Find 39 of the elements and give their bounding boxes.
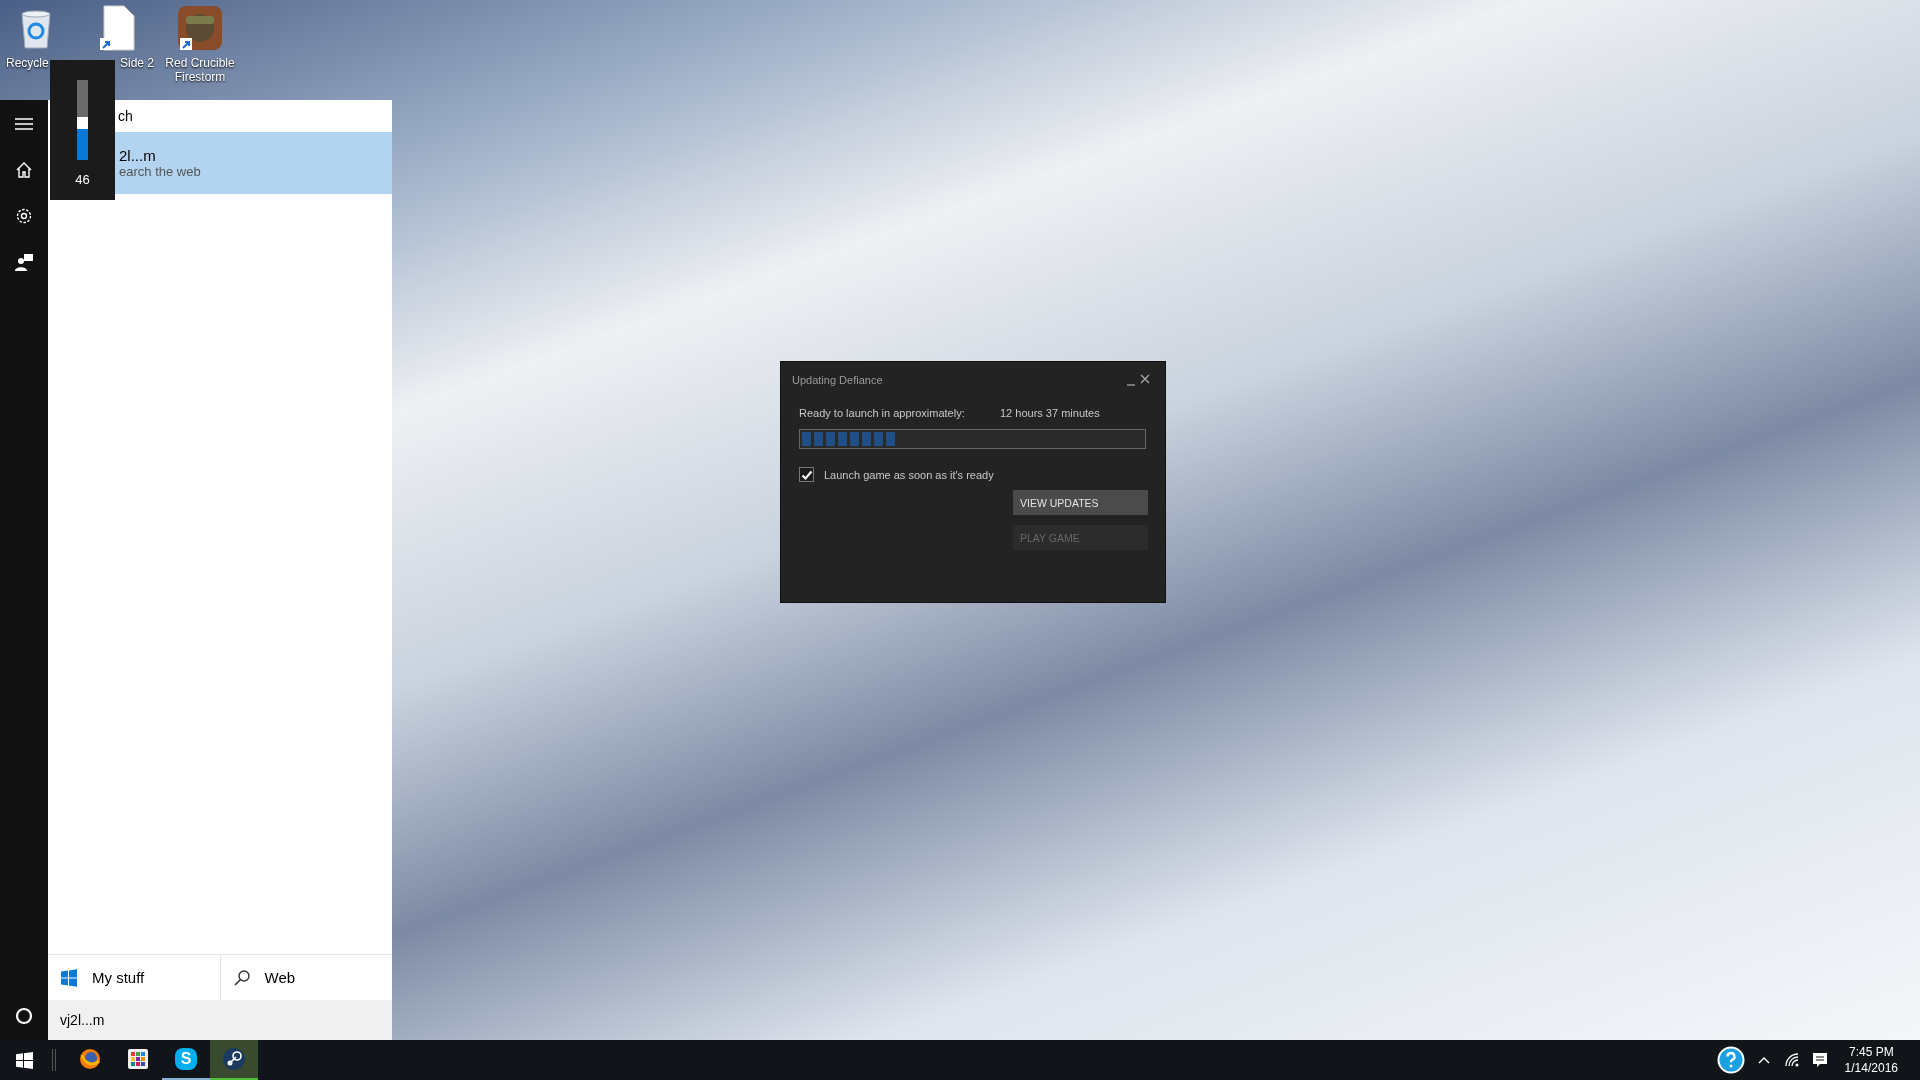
volume-thumb[interactable] bbox=[77, 117, 88, 130]
eta-value: 12 hours 37 minutes bbox=[1000, 407, 1100, 419]
clock[interactable]: 7:45 PM 1/14/2016 bbox=[1844, 1044, 1898, 1076]
game-shortcut-icon[interactable] bbox=[176, 4, 224, 52]
result-title: 2l...m bbox=[119, 147, 157, 164]
result-subtitle: earch the web bbox=[119, 164, 202, 179]
checkbox-label: Launch game as soon as it's ready bbox=[824, 468, 994, 481]
checkmark-icon bbox=[800, 468, 813, 481]
cortana-circle-icon[interactable] bbox=[14, 1006, 34, 1026]
search-query-field[interactable]: vj2l...m bbox=[48, 1000, 392, 1040]
clock-date: 1/14/2016 bbox=[1844, 1060, 1898, 1076]
windows-logo-icon bbox=[60, 968, 78, 987]
desktop-icon-label[interactable]: Side 2 bbox=[119, 56, 154, 70]
app-grid-icon bbox=[126, 1047, 150, 1071]
browser-globe-icon bbox=[78, 1047, 102, 1071]
checkbox[interactable] bbox=[799, 467, 814, 482]
person-chat-icon[interactable] bbox=[14, 252, 34, 272]
clock-time: 7:45 PM bbox=[1848, 1044, 1894, 1060]
desktop-icon-label[interactable]: Recycle bbox=[6, 56, 49, 70]
notification-icon[interactable] bbox=[1810, 1051, 1829, 1069]
eta-label: Ready to launch in approximately: bbox=[799, 407, 966, 419]
settings-icon[interactable] bbox=[14, 206, 34, 226]
volume-slider[interactable] bbox=[77, 80, 88, 160]
dialog-title: Updating Defiance bbox=[792, 374, 884, 386]
dialog-button[interactable]: VIEW UPDATES bbox=[1013, 490, 1148, 515]
s-logo-icon: S bbox=[175, 1048, 197, 1070]
windows-logo-icon bbox=[15, 1051, 33, 1069]
volume-reading: 46 bbox=[75, 172, 90, 187]
home-icon[interactable] bbox=[14, 160, 34, 180]
help-icon[interactable] bbox=[1716, 1046, 1745, 1074]
search-result[interactable]: 2l...m earch the web bbox=[115, 132, 392, 194]
search-icon bbox=[232, 968, 251, 987]
taskbar-app-button[interactable] bbox=[210, 1040, 258, 1080]
close-icon bbox=[1139, 373, 1151, 385]
wifi-icon[interactable] bbox=[1782, 1051, 1801, 1069]
desktop-icon-label[interactable]: Red Crucible Firestorm bbox=[164, 56, 236, 84]
minimize-icon bbox=[1125, 384, 1137, 386]
steam-piston-icon bbox=[222, 1047, 246, 1071]
section-heading: ch bbox=[118, 107, 134, 126]
